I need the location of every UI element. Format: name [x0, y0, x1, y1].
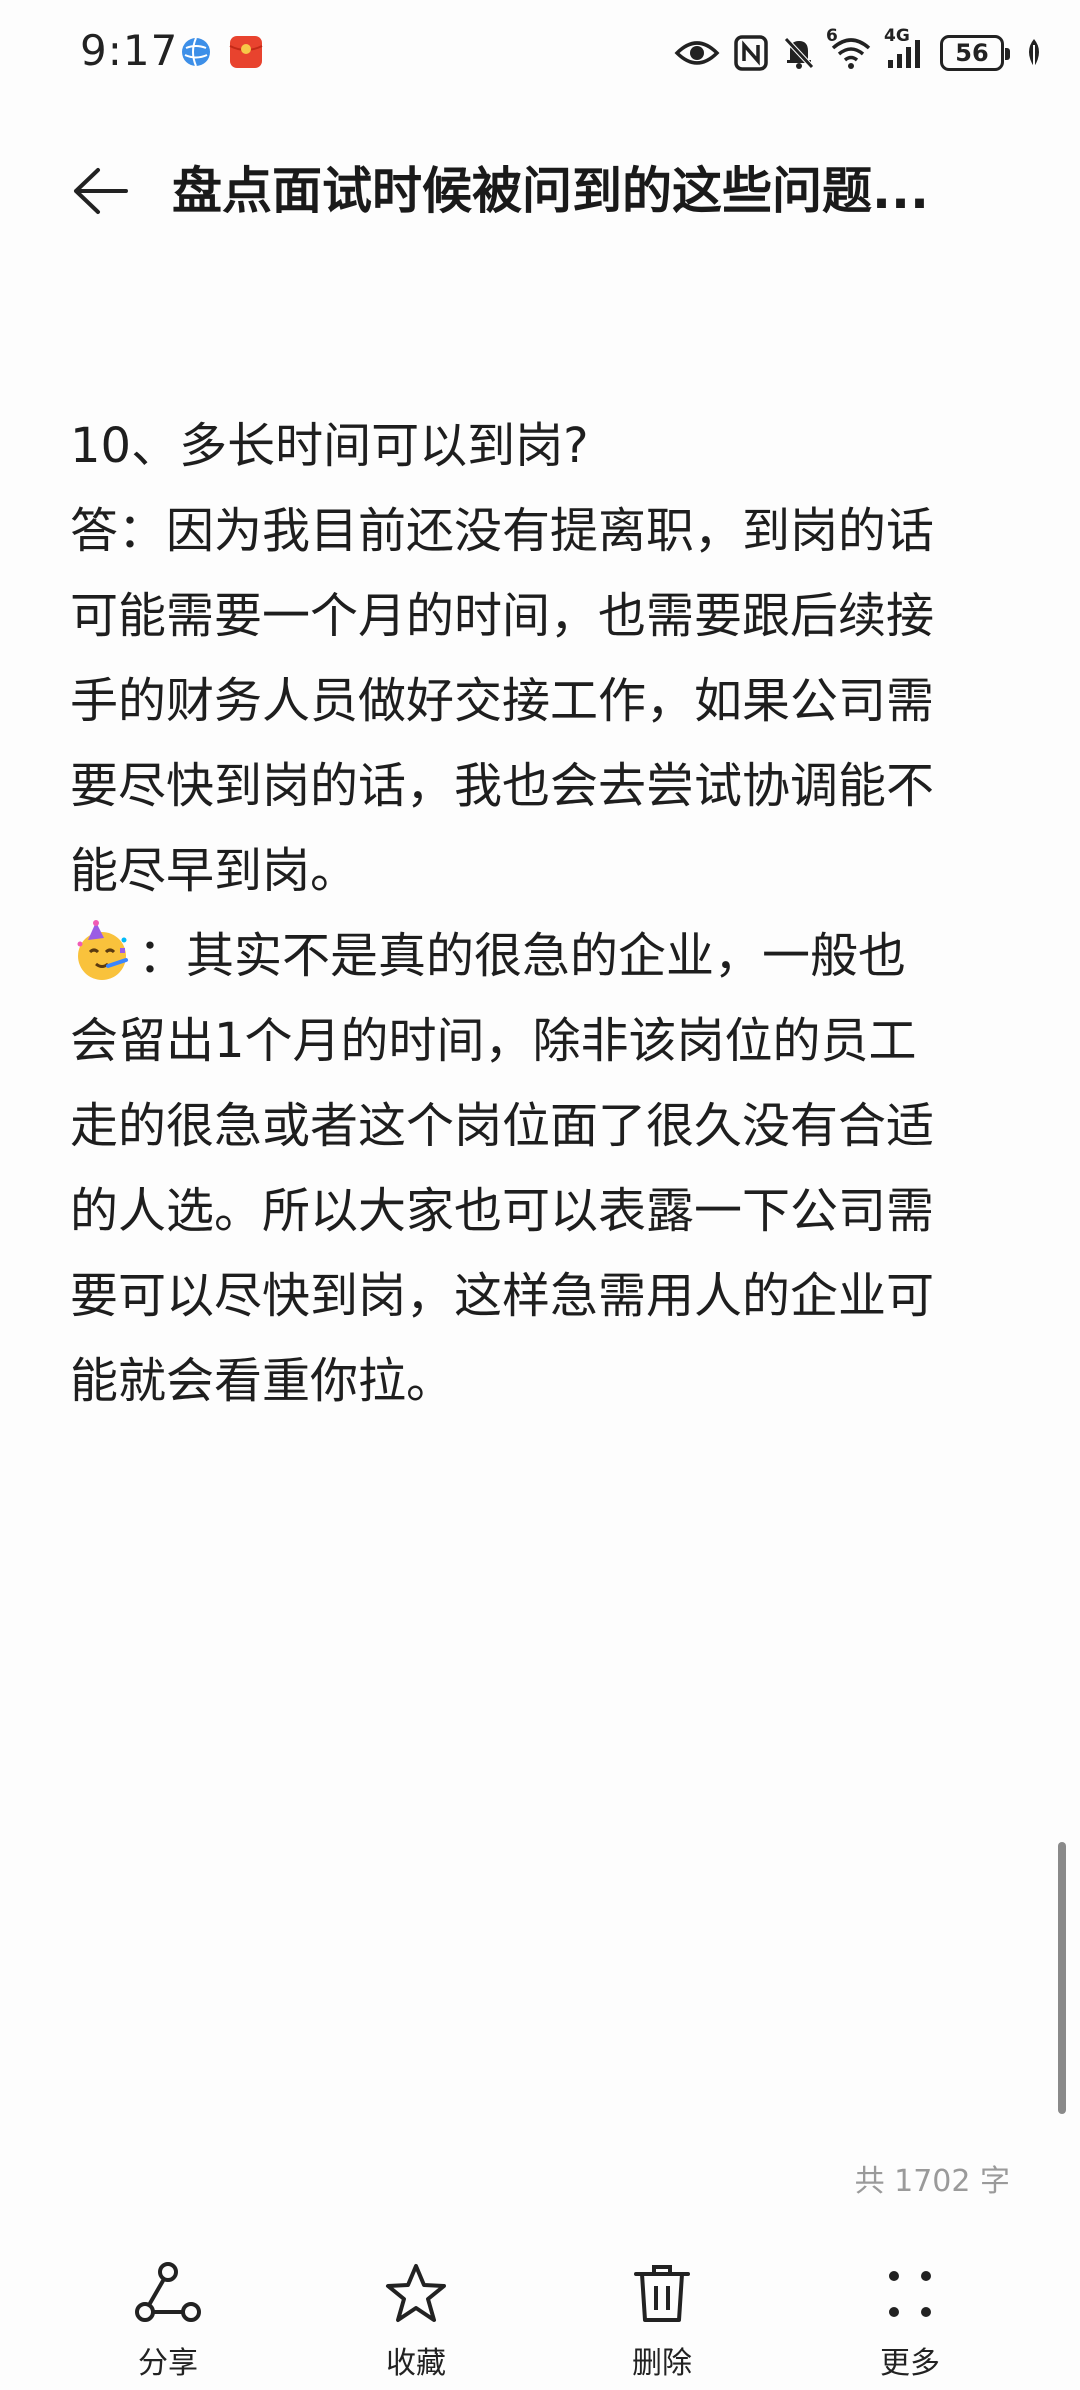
- mute-bell-icon: [782, 35, 816, 71]
- note-line-with-emoji: ：其实不是真的很急的企业，一般也: [70, 914, 1020, 999]
- browser-app-icon: [180, 36, 212, 68]
- battery-level: 56: [955, 39, 989, 67]
- scrollbar-thumb[interactable]: [1058, 1842, 1066, 2114]
- more-dots-icon: [889, 2271, 931, 2317]
- leaf-icon: [1024, 37, 1044, 69]
- more-button[interactable]: 更多: [830, 2240, 990, 2390]
- back-arrow-icon: [74, 168, 128, 214]
- wifi-icon: 6: [826, 26, 872, 70]
- share-label: 分享: [138, 2346, 198, 2381]
- note-line: 能尽早到岗。: [70, 843, 359, 899]
- network-type-label: 4G: [884, 26, 910, 46]
- share-button[interactable]: 分享: [88, 2240, 248, 2390]
- red-envelope-app-icon: [228, 34, 263, 68]
- bottom-toolbar: 分享 收藏 删除 更多: [0, 2240, 1080, 2390]
- note-line: 的人选。所以大家也可以表露一下公司需: [70, 1183, 935, 1239]
- favorite-button[interactable]: 收藏: [336, 2240, 496, 2390]
- cellular-signal-icon: 4G: [884, 26, 926, 70]
- favorite-label: 收藏: [386, 2346, 446, 2381]
- word-count: 共 1702 字: [854, 2164, 1010, 2199]
- note-line: 能就会看重你拉。: [70, 1353, 455, 1409]
- note-screen: 9:17 6 4G 56 盘点面试时候被问到的这些问题... 10、多长时间可以…: [0, 0, 1080, 2390]
- status-icons: 6 4G 56: [674, 26, 1044, 78]
- battery-icon: 56: [940, 35, 1010, 71]
- note-line: 要可以尽快到岗，这样急需用人的企业可: [70, 1268, 935, 1324]
- eye-icon: [674, 38, 720, 68]
- star-icon: [386, 2264, 446, 2322]
- trash-icon: [634, 2265, 690, 2322]
- note-line: 10、多长时间可以到岗?: [70, 418, 589, 474]
- delete-label: 删除: [632, 2346, 692, 2381]
- nfc-icon: [734, 35, 768, 71]
- status-bar: 9:17 6 4G 56: [0, 0, 1080, 105]
- note-line: 要尽快到岗的话，我也会去尝试协调能不: [70, 758, 935, 814]
- header: 盘点面试时候被问到的这些问题...: [0, 140, 1080, 240]
- note-body[interactable]: 10、多长时间可以到岗? 答：因为我目前还没有提离职，到岗的话 可能需要一个月的…: [70, 404, 1020, 1424]
- note-line: 答：因为我目前还没有提离职，到岗的话: [70, 503, 935, 559]
- note-line: 走的很急或者这个岗位面了很久没有合适: [70, 1098, 935, 1154]
- party-face-icon: [70, 920, 134, 984]
- back-button[interactable]: [60, 156, 140, 226]
- status-time: 9:17: [80, 26, 179, 75]
- note-line: 会留出1个月的时间，除非该岗位的员工: [70, 1013, 917, 1069]
- share-icon: [135, 2262, 201, 2322]
- wifi-generation-label: 6: [826, 26, 838, 46]
- more-label: 更多: [880, 2346, 940, 2381]
- note-line-text: ：其实不是真的很急的企业，一般也: [138, 928, 907, 984]
- note-line: 手的财务人员做好交接工作，如果公司需: [70, 673, 935, 729]
- delete-button[interactable]: 删除: [582, 2240, 742, 2390]
- page-title: 盘点面试时候被问到的这些问题...: [172, 162, 929, 220]
- note-line: 可能需要一个月的时间，也需要跟后续接: [70, 588, 935, 644]
